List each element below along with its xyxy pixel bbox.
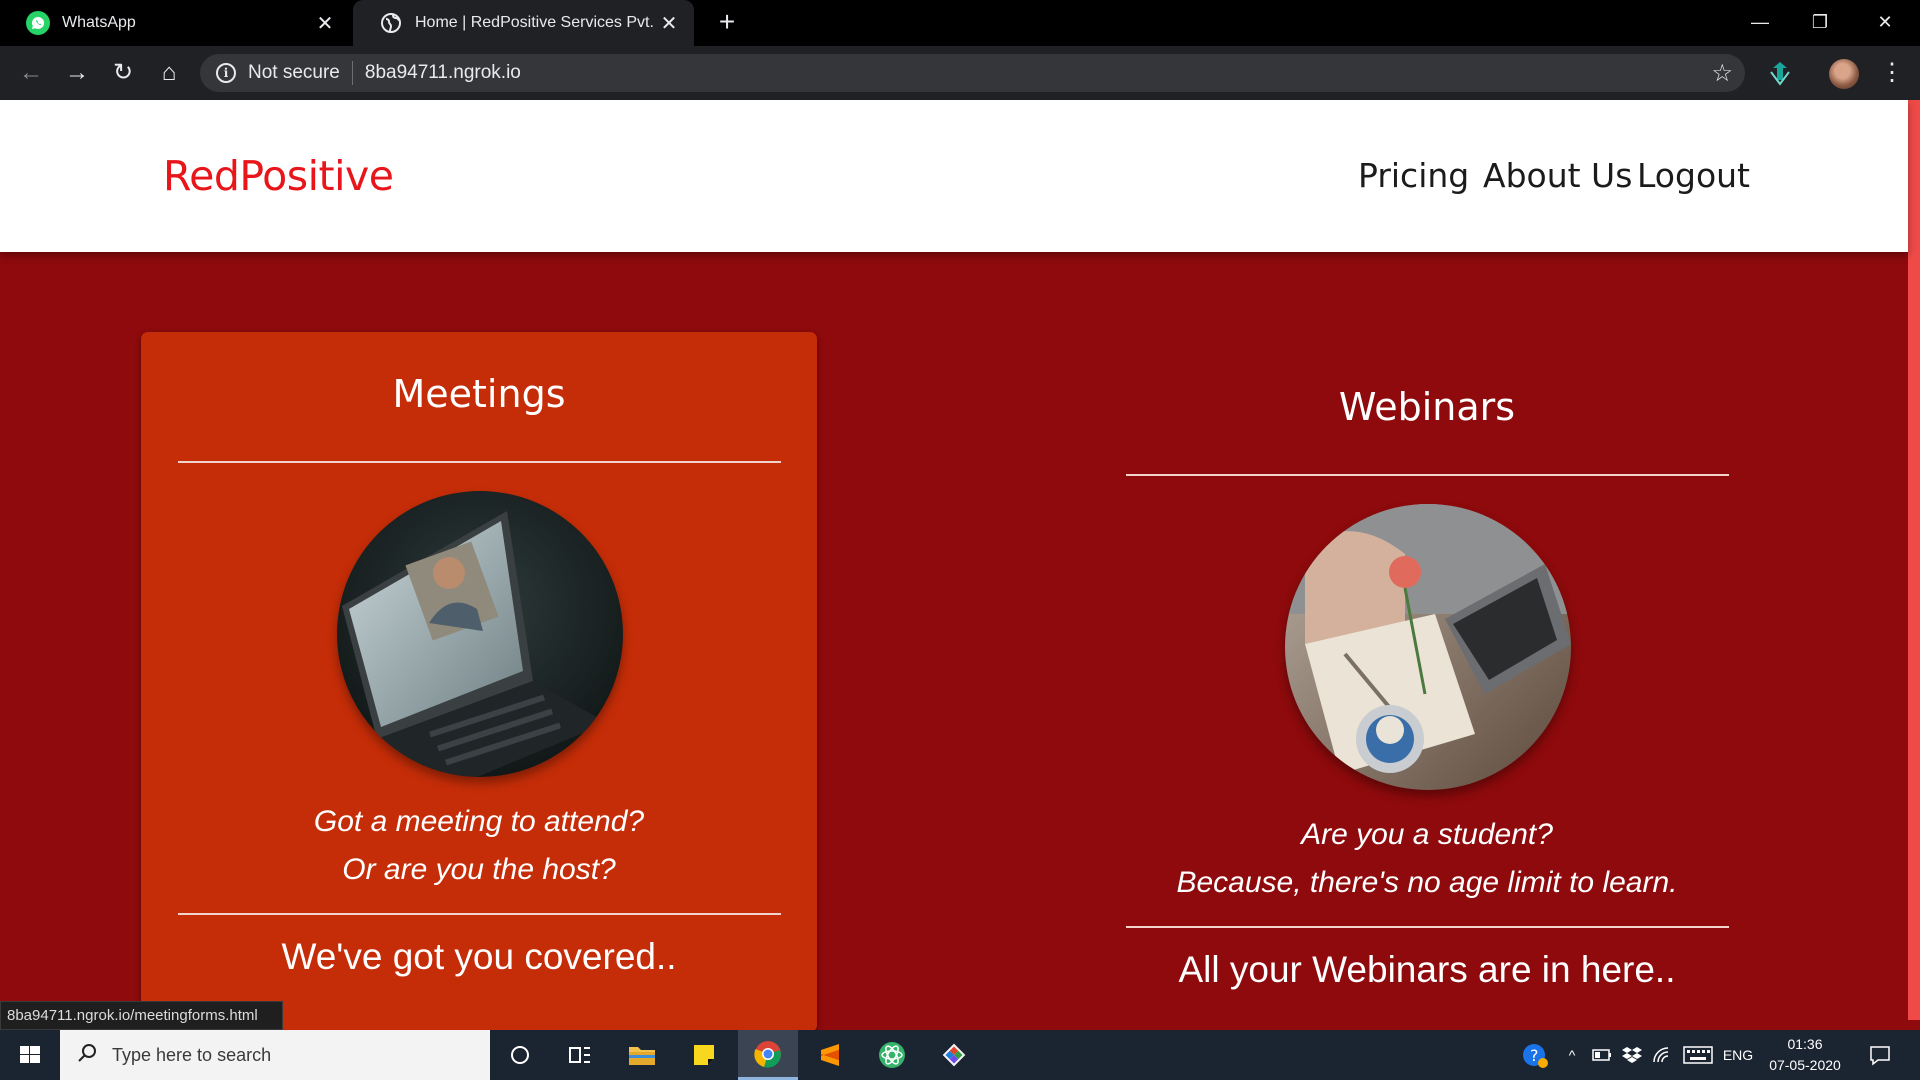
tab-title: Home | RedPositive Services Pvt. Ltd. xyxy=(415,14,658,31)
omnibox-divider xyxy=(351,61,353,85)
chrome-icon[interactable] xyxy=(738,1030,798,1080)
sublime-text-icon[interactable] xyxy=(800,1030,860,1080)
nav-link-logout[interactable]: Logout xyxy=(1637,156,1750,195)
url-text[interactable]: 8ba94711.ngrok.io xyxy=(365,62,521,84)
chevron-up-icon[interactable]: ^ xyxy=(1558,1030,1586,1080)
link-status-bubble: 8ba94711.ngrok.io/meetingforms.html xyxy=(0,1001,283,1030)
forward-icon[interactable]: → xyxy=(62,58,92,88)
meetings-photo xyxy=(337,491,623,777)
whatsapp-icon xyxy=(26,11,50,35)
divider xyxy=(178,913,781,915)
meetings-question-line1: Got a meeting to attend? xyxy=(313,805,645,838)
meetings-question-line2: Or are you the host? xyxy=(342,853,616,886)
webinars-question-line2: Because, there's no age limit to learn. xyxy=(1176,866,1678,899)
start-button[interactable] xyxy=(0,1030,60,1080)
windows-logo-icon xyxy=(20,1046,40,1063)
atom-app-icon[interactable] xyxy=(862,1030,922,1080)
reload-icon[interactable]: ↻ xyxy=(108,58,138,88)
sticky-notes-icon[interactable] xyxy=(674,1030,734,1080)
clock-date: 07-05-2020 xyxy=(1769,1057,1841,1073)
close-tab-icon[interactable]: ✕ xyxy=(658,12,680,35)
divider xyxy=(1126,474,1729,476)
browser-toolbar: ← → ↻ ⌂ i Not secure 8ba94711.ngrok.io ☆ xyxy=(0,46,1920,100)
tab-redpositive-home[interactable]: Home | RedPositive Services Pvt. Ltd. ✕ xyxy=(353,0,694,46)
webinars-card[interactable]: Webinars Are you a student? Because, the… xyxy=(1089,345,1765,1030)
home-icon[interactable]: ⌂ xyxy=(154,58,184,88)
dropbox-icon[interactable] xyxy=(1618,1030,1646,1080)
scrollbar-track[interactable] xyxy=(1908,100,1920,1020)
divider xyxy=(178,461,781,463)
help-icon[interactable]: ? xyxy=(1518,1030,1552,1080)
back-icon[interactable]: ← xyxy=(16,58,46,88)
webinars-tagline: All your Webinars are in here.. xyxy=(1178,949,1676,990)
taskbar-search-box[interactable]: Type here to search xyxy=(60,1030,490,1080)
windows-taskbar: Type here to search ? ^ ENG 01:36 07-05-… xyxy=(0,1030,1920,1080)
close-tab-icon[interactable]: ✕ xyxy=(314,12,336,35)
meetings-card[interactable]: Meetings Got a meeting to attend? Or are… xyxy=(141,332,817,1030)
browser-tab-strip: WhatsApp ✕ Home | RedPositive Services P… xyxy=(0,0,1920,46)
system-clock[interactable]: 01:36 07-05-2020 xyxy=(1760,1034,1850,1076)
tab-title: WhatsApp xyxy=(62,14,136,31)
page-viewport: RedPositive Pricing About Us Logout Meet… xyxy=(0,100,1920,1030)
restore-window-icon[interactable]: ❐ xyxy=(1790,6,1850,38)
address-bar[interactable]: i Not secure 8ba94711.ngrok.io ☆ xyxy=(200,54,1745,92)
file-explorer-icon[interactable] xyxy=(612,1030,672,1080)
svg-text:?: ? xyxy=(1530,1046,1539,1065)
security-label[interactable]: Not secure xyxy=(248,62,340,84)
wifi-icon[interactable] xyxy=(1648,1030,1676,1080)
minimize-window-icon[interactable]: — xyxy=(1730,6,1790,38)
search-icon xyxy=(76,1042,98,1069)
webinars-photo xyxy=(1285,504,1571,790)
webinars-question-line1: Are you a student? xyxy=(1301,818,1553,851)
extension-icon[interactable] xyxy=(1765,58,1795,88)
nav-link-pricing[interactable]: Pricing xyxy=(1358,156,1469,195)
keyboard-icon[interactable] xyxy=(1680,1030,1716,1080)
webinars-card-title: Webinars xyxy=(1338,385,1516,429)
meetings-tagline: We've got you covered.. xyxy=(281,936,677,977)
language-indicator[interactable]: ENG xyxy=(1718,1030,1758,1080)
bookmark-star-icon[interactable]: ☆ xyxy=(1711,59,1733,88)
profile-avatar[interactable] xyxy=(1829,59,1859,89)
task-view-icon[interactable] xyxy=(550,1030,610,1080)
brand-logo-text[interactable]: RedPositive xyxy=(163,152,394,200)
cortana-icon[interactable] xyxy=(490,1030,550,1080)
clock-time: 01:36 xyxy=(1787,1036,1823,1052)
notifications-icon[interactable] xyxy=(1862,1030,1898,1080)
nav-link-about-us[interactable]: About Us xyxy=(1483,156,1632,195)
site-navbar: RedPositive Pricing About Us Logout xyxy=(0,100,1908,252)
close-window-icon[interactable]: ✕ xyxy=(1855,6,1915,38)
new-tab-button[interactable]: + xyxy=(712,8,742,38)
git-gui-icon[interactable] xyxy=(924,1030,984,1080)
divider xyxy=(1126,926,1729,928)
info-icon[interactable]: i xyxy=(216,63,236,83)
tab-whatsapp[interactable]: WhatsApp ✕ xyxy=(0,0,350,46)
browser-menu-icon[interactable]: ⋮ xyxy=(1880,58,1904,87)
globe-icon xyxy=(379,11,403,35)
search-placeholder: Type here to search xyxy=(112,1044,272,1065)
meetings-card-title: Meetings xyxy=(392,372,566,416)
battery-icon[interactable] xyxy=(1588,1030,1616,1080)
